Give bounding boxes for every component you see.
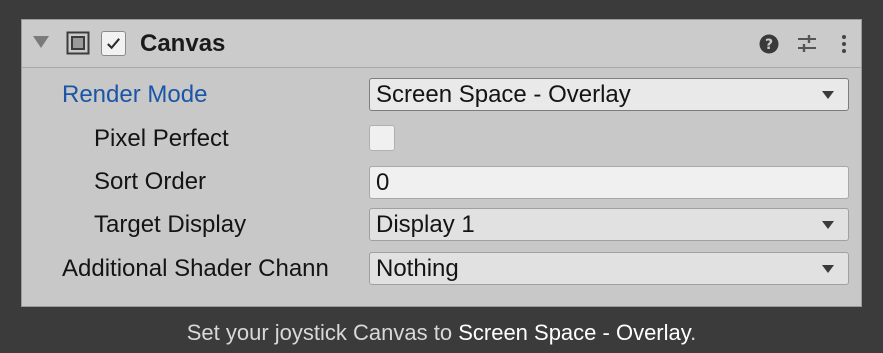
additional-shader-channels-dropdown[interactable]: Nothing bbox=[369, 252, 849, 285]
render-mode-label: Render Mode bbox=[62, 81, 208, 108]
component-enabled-checkbox[interactable] bbox=[101, 31, 126, 56]
caption: Set your joystick Canvas to Screen Space… bbox=[0, 320, 883, 346]
preset-sliders-icon[interactable] bbox=[795, 32, 819, 56]
sort-order-field[interactable]: 0 bbox=[369, 166, 849, 199]
caption-highlight: Screen Space - Overlay bbox=[458, 320, 691, 345]
caption-prefix: Set your joystick Canvas to bbox=[186, 320, 459, 345]
foldout-arrow-icon[interactable] bbox=[33, 36, 49, 48]
caption-suffix: . bbox=[690, 320, 697, 345]
more-menu-icon[interactable] bbox=[832, 32, 856, 56]
target-display-value: Display 1 bbox=[376, 211, 475, 238]
component-title: Canvas bbox=[140, 30, 226, 57]
additional-shader-channels-value: Nothing bbox=[376, 255, 459, 282]
screenshot-frame: Canvas ? Render Mode Screen Space - Over… bbox=[0, 0, 883, 353]
help-icon[interactable]: ? bbox=[757, 32, 781, 56]
target-display-dropdown[interactable]: Display 1 bbox=[369, 208, 849, 241]
dropdown-arrow-icon bbox=[822, 265, 834, 273]
additional-shader-channels-label: Additional Shader Chann bbox=[62, 255, 329, 282]
render-mode-dropdown[interactable]: Screen Space - Overlay bbox=[369, 78, 849, 111]
sort-order-label: Sort Order bbox=[94, 168, 207, 195]
target-display-label: Target Display bbox=[94, 211, 247, 238]
component-header[interactable]: Canvas ? bbox=[22, 20, 861, 68]
canvas-inspector-panel: Canvas ? Render Mode Screen Space - Over… bbox=[21, 19, 862, 307]
render-mode-value: Screen Space - Overlay bbox=[376, 81, 631, 108]
sort-order-value: 0 bbox=[376, 169, 390, 196]
dropdown-arrow-icon bbox=[822, 221, 834, 229]
pixel-perfect-label: Pixel Perfect bbox=[94, 125, 229, 152]
dropdown-arrow-icon bbox=[822, 91, 834, 99]
pixel-perfect-checkbox[interactable] bbox=[369, 125, 395, 151]
canvas-component-icon bbox=[66, 31, 90, 55]
svg-text:?: ? bbox=[765, 37, 773, 53]
checkmark-icon bbox=[107, 38, 120, 50]
